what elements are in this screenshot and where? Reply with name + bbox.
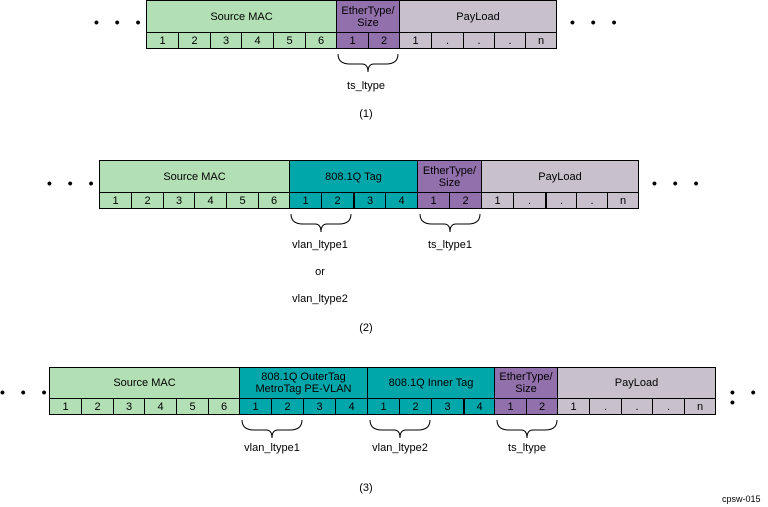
- byte-cell: .: [589, 398, 622, 415]
- field-ethertype: EtherType/ Size: [417, 160, 482, 193]
- field-ethertype-label: EtherType/ Size: [341, 4, 395, 29]
- byte-cell: 1: [417, 192, 450, 209]
- byte-cell: 5: [273, 32, 306, 49]
- brace-icon: [496, 419, 558, 439]
- field-outer-tag: 808.1Q OuterTag MetroTag PE-VLAN: [239, 367, 368, 399]
- brace-icon: [290, 213, 352, 233]
- annotation-label: vlan_ltype2: [372, 442, 428, 454]
- diagram-caption: (2): [359, 322, 373, 334]
- field-inner-tag: 808.1Q Inner Tag: [367, 367, 495, 399]
- ellipsis-left: • • •: [47, 175, 100, 191]
- field-ethertype: EtherType/ Size: [494, 367, 558, 399]
- field-ethertype-label: EtherType/ Size: [422, 164, 477, 189]
- brace-icon: [369, 419, 431, 439]
- byte-cell: 5: [176, 398, 209, 415]
- byte-cell: 2: [399, 398, 432, 415]
- field-vlan-tag: 808.1Q Tag: [289, 160, 418, 193]
- byte-cell: .: [513, 192, 546, 209]
- byte-cell: 1: [399, 32, 432, 49]
- byte-cell: 1: [367, 398, 400, 415]
- byte-cell: 3: [113, 398, 145, 415]
- byte-cell: 3: [431, 398, 464, 415]
- byte-cell: 1: [289, 192, 322, 209]
- byte-cell: 1: [146, 32, 179, 49]
- byte-cell: 6: [305, 32, 337, 49]
- byte-cell: 1: [336, 32, 369, 49]
- diagram-caption: (3): [359, 482, 373, 494]
- field-ethertype: EtherType/ Size: [336, 0, 400, 33]
- byte-cell: 2: [368, 32, 400, 49]
- byte-cell: 1: [99, 192, 132, 209]
- field-payload: PayLoad: [399, 0, 557, 33]
- ellipsis-right: • • •: [652, 175, 705, 191]
- annotation-label: ts_ltype: [347, 80, 385, 92]
- byte-cell: 3: [303, 398, 336, 415]
- field-outer-tag-line1: 808.1Q OuterTag: [261, 371, 346, 383]
- byte-cell: 2: [526, 398, 558, 415]
- byte-cell: 4: [463, 398, 495, 415]
- ellipsis-right: • • •: [730, 384, 762, 410]
- byte-cell: 3: [210, 32, 242, 49]
- ellipsis-right: • • •: [570, 14, 623, 30]
- brace-icon: [337, 53, 399, 73]
- byte-cell: 2: [271, 398, 304, 415]
- field-outer-tag-line2: MetroTag PE-VLAN: [255, 383, 352, 395]
- byte-cell: 3: [163, 192, 195, 209]
- byte-cell: 4: [144, 398, 177, 415]
- byte-cell: 2: [81, 398, 114, 415]
- byte-cell: 2: [449, 192, 482, 209]
- byte-cell: .: [576, 192, 608, 209]
- annotation-or: or: [315, 266, 325, 278]
- field-ethertype-label: EtherType/ Size: [499, 371, 553, 395]
- byte-cell: .: [463, 32, 495, 49]
- ellipsis-left: • • •: [94, 14, 147, 30]
- byte-cell: 1: [239, 398, 272, 415]
- byte-cell: 2: [131, 192, 164, 209]
- byte-cell: 1: [481, 192, 514, 209]
- byte-cell: 6: [258, 192, 290, 209]
- brace-icon: [241, 419, 303, 439]
- field-source-mac: Source MAC: [146, 0, 337, 33]
- annotation-label-alt: vlan_ltype2: [292, 293, 348, 305]
- byte-cell: 4: [194, 192, 227, 209]
- byte-cell: .: [545, 192, 577, 209]
- byte-cell: .: [652, 398, 685, 415]
- byte-cell: n: [525, 32, 557, 49]
- annotation-label: ts_ltype: [508, 442, 546, 454]
- byte-cell: .: [621, 398, 653, 415]
- byte-cell: 2: [321, 192, 354, 209]
- byte-cell: 1: [49, 398, 82, 415]
- brace-icon: [419, 213, 481, 233]
- byte-cell: 1: [557, 398, 590, 415]
- field-payload: PayLoad: [481, 160, 639, 193]
- byte-cell: 3: [353, 192, 386, 209]
- figure-id: cpsw-015: [722, 494, 761, 504]
- field-source-mac: Source MAC: [99, 160, 290, 193]
- byte-cell: 4: [335, 398, 368, 415]
- ellipsis-left: • • •: [0, 384, 53, 400]
- annotation-label: vlan_ltype1: [292, 239, 348, 251]
- byte-cell: 2: [178, 32, 211, 49]
- field-payload: PayLoad: [557, 367, 716, 399]
- byte-cell: 4: [241, 32, 274, 49]
- annotation-label: vlan_ltype1: [244, 442, 300, 454]
- diagram-caption: (1): [359, 108, 373, 120]
- byte-cell: 6: [208, 398, 240, 415]
- byte-cell: .: [494, 32, 526, 49]
- byte-cell: 5: [226, 192, 259, 209]
- annotation-label: ts_ltype1: [427, 239, 473, 251]
- byte-cell: n: [684, 398, 716, 415]
- byte-cell: .: [431, 32, 464, 49]
- field-source-mac: Source MAC: [49, 367, 240, 399]
- byte-cell: 1: [494, 398, 527, 415]
- byte-cell: 4: [385, 192, 418, 209]
- byte-cell: n: [607, 192, 639, 209]
